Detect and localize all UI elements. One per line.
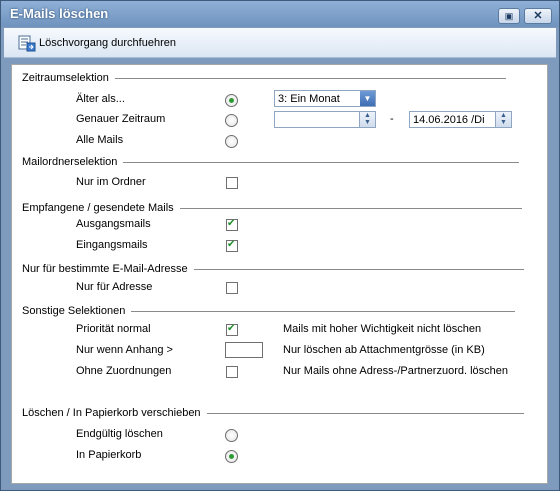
title-bar: E-Mails löschen ▣ ✕ [1,1,559,27]
aelter-als-label: Älter als... [76,93,125,105]
section-adresse-title: Nur für bestimmte E-Mail-Adresse [22,263,188,275]
ohne-zuordnungen-description: Nur Mails ohne Adress-/Partnerzuord. lös… [283,365,508,377]
email-delete-window: E-Mails löschen ▣ ✕ Löschvorgang durchfu… [0,0,560,491]
prioritaet-label: Priorität normal [76,323,151,335]
date-from-spinner-icon[interactable]: ▲ ▼ [359,112,375,127]
section-divider [193,268,524,270]
anhang-size-input[interactable] [225,342,263,358]
alle-mails-label: Alle Mails [76,134,124,146]
aelter-als-radio[interactable] [225,94,238,107]
section-divider [179,207,522,209]
toolbar: Löschvorgang durchfuehren [4,28,556,58]
restore-icon: ▣ [504,11,514,21]
papierkorb-label: In Papierkorb [76,449,142,461]
endgueltig-loeschen-radio[interactable] [225,429,238,442]
section-loeschen: Löschen / In Papierkorb verschieben [22,407,524,419]
date-range-dash: - [390,113,394,125]
close-button[interactable]: ✕ [524,8,552,24]
section-sonstige: Sonstige Selektionen [22,305,516,317]
date-to-spinner-icon[interactable]: ▲ ▼ [495,112,511,127]
section-divider [131,310,516,312]
eingangsmails-checkbox[interactable] [226,239,238,252]
ausgangsmails-checkbox[interactable] [226,218,238,231]
section-empfangen: Empfangene / gesendete Mails [22,202,522,214]
eingangsmails-label: Eingangsmails [76,239,148,251]
section-divider [206,412,524,414]
section-divider [123,161,520,163]
date-to-field[interactable]: 14.06.2016 /Di ▲ ▼ [409,111,512,128]
prioritaet-description: Mails mit hoher Wichtigkeit nicht lösche… [283,323,482,335]
period-select[interactable]: 3: Ein Monat ▼ [274,90,376,107]
ohne-zuordnungen-label: Ohne Zuordnungen [76,365,172,377]
endgueltig-loeschen-label: Endgültig löschen [76,428,163,440]
section-mailordner-title: Mailordnerselektion [22,156,118,168]
anhang-label: Nur wenn Anhang > [76,344,173,356]
close-icon: ✕ [533,10,543,22]
section-loeschen-title: Löschen / In Papierkorb verschieben [22,407,201,419]
papierkorb-radio[interactable] [225,450,238,463]
genauer-zeitraum-radio[interactable] [225,114,238,127]
section-empfangen-title: Empfangene / gesendete Mails [22,202,174,214]
ohne-zuordnungen-checkbox[interactable] [226,366,238,378]
run-delete-label: Löschvorgang durchfuehren [39,37,176,49]
section-divider [114,77,506,79]
section-zeitraum-title: Zeitraumselektion [22,72,109,84]
section-sonstige-title: Sonstige Selektionen [22,305,126,317]
window-title: E-Mails löschen [10,6,109,21]
options-panel: Zeitraumselektion Älter als... 3: Ein Mo… [11,64,548,484]
alle-mails-radio[interactable] [225,135,238,148]
nur-fuer-adresse-label: Nur für Adresse [76,281,153,293]
prioritaet-checkbox[interactable] [226,323,238,336]
genauer-zeitraum-label: Genauer Zeitraum [76,113,166,125]
run-delete-button[interactable]: Löschvorgang durchfuehren [18,33,176,53]
restore-button[interactable]: ▣ [498,8,520,24]
chevron-down-icon[interactable]: ▼ [360,91,375,106]
section-zeitraum: Zeitraumselektion [22,72,506,84]
nur-fuer-adresse-checkbox[interactable] [226,282,238,294]
period-select-value: 3: Ein Monat [278,93,340,105]
nur-im-ordner-label: Nur im Ordner [76,176,146,188]
section-adresse: Nur für bestimmte E-Mail-Adresse [22,263,524,275]
ausgangsmails-label: Ausgangsmails [76,218,151,230]
section-mailordner: Mailordnerselektion [22,156,520,168]
date-from-field[interactable]: ▲ ▼ [274,111,376,128]
delete-run-icon [18,35,36,52]
nur-im-ordner-checkbox[interactable] [226,177,238,189]
anhang-description: Nur löschen ab Attachmentgrösse (in KB) [283,344,485,356]
date-to-value: 14.06.2016 /Di [413,114,485,126]
